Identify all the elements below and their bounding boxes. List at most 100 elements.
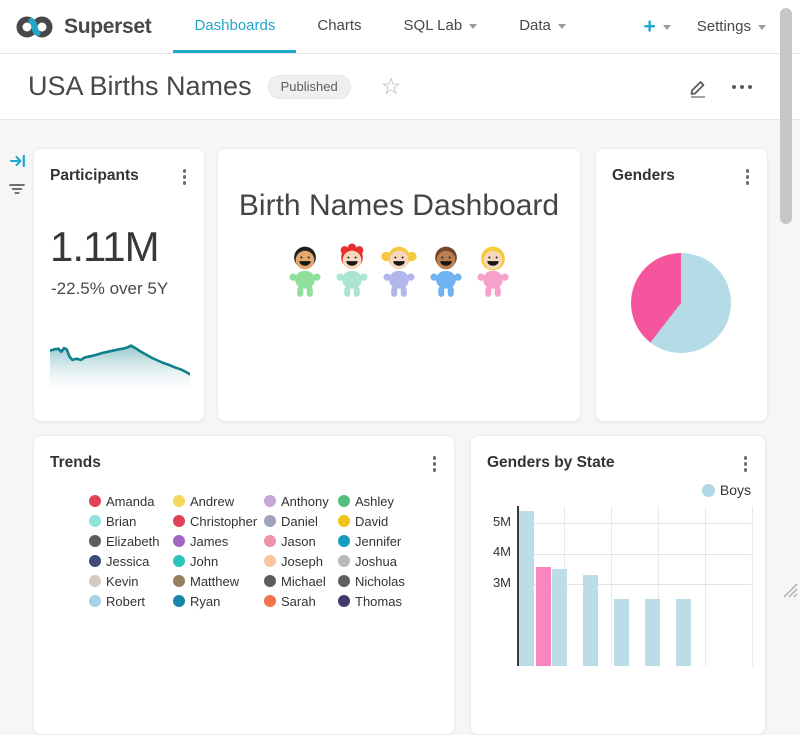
- legend-label: Thomas: [355, 594, 402, 609]
- bar: [519, 511, 534, 666]
- nav-item-dashboards[interactable]: Dashboards: [173, 0, 296, 53]
- legend-item-amanda[interactable]: Amanda: [89, 491, 173, 511]
- chart-card-genders: Genders: [595, 148, 768, 422]
- bar: [536, 567, 551, 666]
- status-badge[interactable]: Published: [268, 75, 351, 99]
- nav-item-sql-lab[interactable]: SQL Lab: [383, 0, 499, 53]
- bar: [645, 599, 660, 666]
- legend-item-elizabeth[interactable]: Elizabeth: [89, 531, 173, 551]
- legend-label: Ryan: [190, 594, 220, 609]
- legend-swatch: [173, 495, 185, 507]
- nav-items: Dashboards Charts SQL LabData: [173, 0, 586, 53]
- legend-item-sarah[interactable]: Sarah: [264, 591, 338, 611]
- gridline: [752, 506, 753, 666]
- legend-item-jennifer[interactable]: Jennifer: [338, 531, 448, 551]
- big-number-value: 1.11M: [34, 187, 204, 271]
- legend-item-christopher[interactable]: Christopher: [173, 511, 264, 531]
- kebab-menu-icon[interactable]: [742, 167, 754, 187]
- legend-swatch: [264, 595, 276, 607]
- legend-swatch: [89, 595, 101, 607]
- nav-item-label: Charts: [317, 17, 361, 34]
- legend-label: Kevin: [106, 574, 139, 589]
- plus-icon: +: [644, 16, 656, 37]
- legend-swatch: [264, 555, 276, 567]
- legend-item-ashley[interactable]: Ashley: [338, 491, 448, 511]
- chevron-down-icon: [663, 25, 671, 30]
- legend-item-thomas[interactable]: Thomas: [338, 591, 448, 611]
- legend-swatch: [173, 595, 185, 607]
- legend-label: Sarah: [281, 594, 316, 609]
- legend-swatch: [173, 535, 185, 547]
- trend-delta: -22.5% over 5Y: [34, 271, 204, 299]
- vertical-scrollbar[interactable]: [780, 8, 792, 224]
- kebab-menu-icon[interactable]: [740, 454, 752, 474]
- kebab-menu-icon[interactable]: [179, 167, 191, 187]
- legend-item-andrew[interactable]: Andrew: [173, 491, 264, 511]
- legend-label: James: [190, 534, 228, 549]
- legend-swatch: [173, 515, 185, 527]
- legend-label: Boys: [720, 482, 751, 498]
- bar: [583, 575, 598, 666]
- expand-filter-bar-icon[interactable]: [9, 152, 27, 170]
- bar: [676, 599, 691, 666]
- superset-logo[interactable]: Superset: [0, 0, 151, 53]
- pie-chart: [631, 253, 731, 353]
- legend-item-anthony[interactable]: Anthony: [264, 491, 338, 511]
- header-actions: [686, 75, 772, 99]
- legend-item-joshua[interactable]: Joshua: [338, 551, 448, 571]
- legend-item-michael[interactable]: Michael: [264, 571, 338, 591]
- legend-item-joseph[interactable]: Joseph: [264, 551, 338, 571]
- edit-pencil-icon[interactable]: [686, 75, 710, 99]
- new-item-button[interactable]: +: [644, 16, 671, 37]
- kid-icon: [329, 243, 375, 301]
- legend-swatch: [264, 515, 276, 527]
- legend-item-brian[interactable]: Brian: [89, 511, 173, 531]
- legend-item-ryan[interactable]: Ryan: [173, 591, 264, 611]
- legend-label: Michael: [281, 574, 326, 589]
- chart-title: Participants: [50, 167, 139, 185]
- legend-label: Anthony: [281, 494, 329, 509]
- legend-label: Matthew: [190, 574, 239, 589]
- chart-card-genders-by-state: Genders by State Boys 5M 4M 3M: [470, 435, 766, 735]
- legend-label: David: [355, 514, 388, 529]
- legend-swatch: [338, 575, 350, 587]
- legend-item-daniel[interactable]: Daniel: [264, 511, 338, 531]
- top-nav: Superset Dashboards Charts SQL LabData + S…: [0, 0, 800, 54]
- legend-item-kevin[interactable]: Kevin: [89, 571, 173, 591]
- gridline: [517, 554, 751, 555]
- chevron-down-icon: [469, 24, 477, 29]
- settings-menu[interactable]: Settings: [697, 18, 766, 35]
- kid-icon: [282, 243, 328, 301]
- legend-item-robert[interactable]: Robert: [89, 591, 173, 611]
- settings-label: Settings: [697, 18, 751, 35]
- legend-label: Joshua: [355, 554, 397, 569]
- kid-icon: [376, 243, 422, 301]
- legend-item-david[interactable]: David: [338, 511, 448, 531]
- legend-swatch: [338, 595, 350, 607]
- legend-item-nicholas[interactable]: Nicholas: [338, 571, 448, 591]
- legend-item-jessica[interactable]: Jessica: [89, 551, 173, 571]
- nav-right: + Settings: [644, 0, 800, 53]
- legend-swatch: [89, 515, 101, 527]
- legend-swatch: [338, 515, 350, 527]
- brand-name: Superset: [64, 15, 151, 39]
- legend-item-jason[interactable]: Jason: [264, 531, 338, 551]
- legend-swatch: [173, 575, 185, 587]
- resize-handle-icon[interactable]: [780, 578, 798, 598]
- chart-title: Trends: [50, 454, 101, 472]
- nav-item-data[interactable]: Data: [498, 0, 587, 53]
- nav-item-charts[interactable]: Charts: [296, 0, 382, 53]
- legend-label: Jessica: [106, 554, 149, 569]
- chevron-down-icon: [558, 24, 566, 29]
- legend-item-john[interactable]: John: [173, 551, 264, 571]
- legend-item-james[interactable]: James: [173, 531, 264, 551]
- legend-item-boys[interactable]: Boys: [702, 482, 751, 498]
- filter-lines-icon[interactable]: [7, 180, 27, 198]
- legend-item-matthew[interactable]: Matthew: [173, 571, 264, 591]
- star-icon[interactable]: ☆: [381, 75, 402, 98]
- dashboard-header: USA Births Names Published ☆: [0, 54, 800, 120]
- legend-swatch: [702, 484, 715, 497]
- chart-title: Genders by State: [487, 454, 615, 472]
- ellipsis-menu-icon[interactable]: [732, 81, 752, 93]
- kebab-menu-icon[interactable]: [429, 454, 441, 474]
